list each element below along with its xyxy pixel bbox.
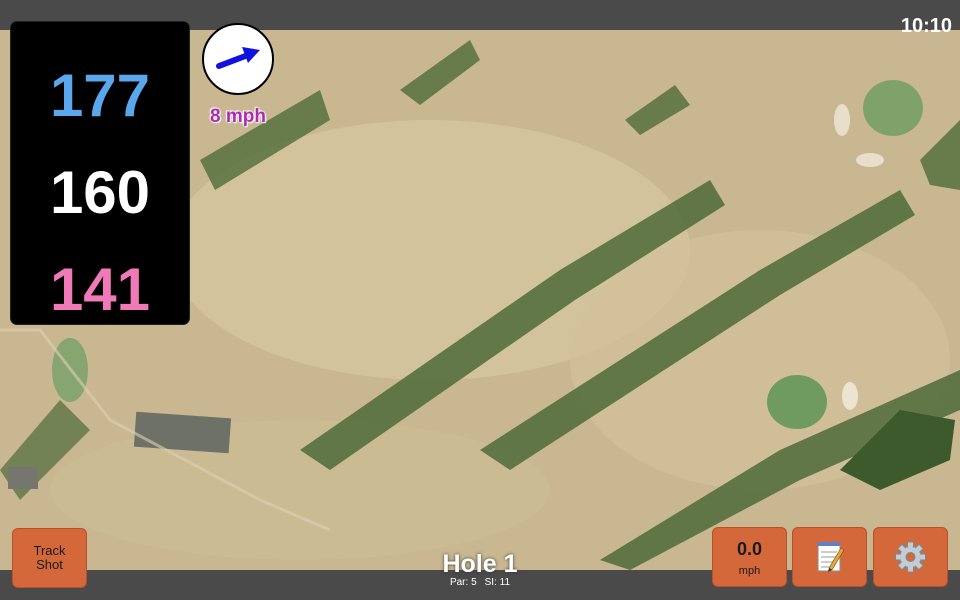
wind-arrow-icon <box>216 47 260 69</box>
green-right <box>767 375 827 429</box>
hole-title: Hole 1 <box>442 550 518 578</box>
green-upper-right <box>863 80 923 136</box>
speed-button[interactable]: 0.0 mph <box>712 527 787 587</box>
notes-button[interactable] <box>792 527 867 587</box>
status-clock: 10:10 <box>900 15 952 37</box>
front-yardage: 141 <box>49 256 151 323</box>
hole-par: Par: 5 <box>449 577 477 588</box>
yardage-panel: 177 160 141 <box>11 22 189 324</box>
speed-value: 0.0 <box>736 539 763 559</box>
back-yardage: 177 <box>49 62 151 129</box>
hole-stroke-index: SI: 11 <box>484 577 511 588</box>
gear-icon <box>895 541 926 573</box>
middle-yardage: 160 <box>49 159 151 226</box>
settings-button[interactable] <box>873 527 948 587</box>
speed-unit: mph <box>738 565 761 577</box>
notepad-icon <box>817 542 845 572</box>
wind-indicator <box>202 23 274 95</box>
track-shot-button[interactable]: Track Shot <box>12 528 87 588</box>
wind-speed-label: 8 mph <box>210 106 266 127</box>
hole-info: Par: 5 SI: 11 <box>380 577 580 588</box>
track-shot-label: Track Shot <box>33 543 66 572</box>
